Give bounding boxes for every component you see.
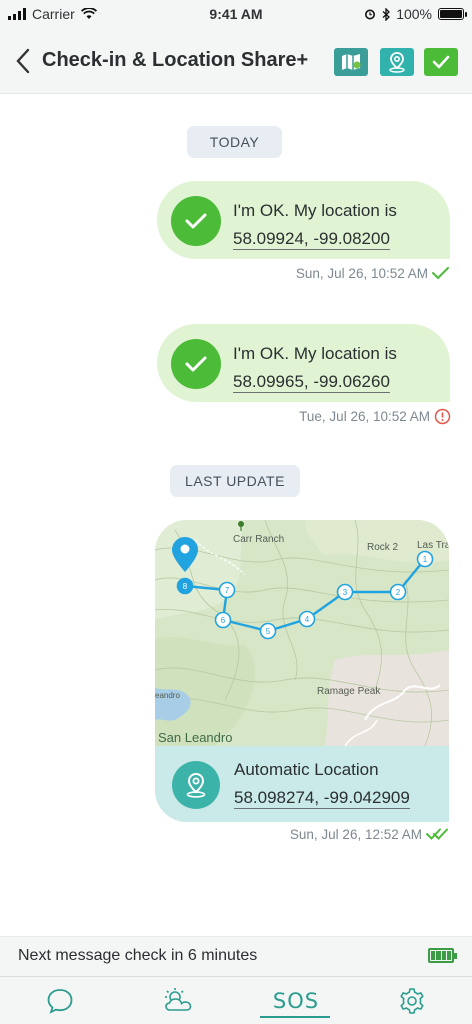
message-timestamp: Sun, Jul 26, 10:52 AM bbox=[295, 266, 428, 281]
track-point-label: 1 bbox=[423, 555, 428, 564]
track-point-label: 2 bbox=[396, 588, 401, 597]
map-label: San Leandro bbox=[158, 730, 232, 745]
navigation-bar: Check-in & Location Share+ bbox=[0, 28, 472, 94]
next-check-text: Next message check in 6 minutes bbox=[18, 947, 258, 964]
map-location-card[interactable]: 1 2 3 4 5 6 7 8 Carr Ranch Rock 2 Las Tr… bbox=[155, 520, 449, 822]
battery-icon bbox=[438, 8, 467, 20]
location-coordinates[interactable]: 58.098274, -99.042909 bbox=[234, 788, 410, 809]
message-bubble[interactable]: I'm OK. My location is 58.09965, -99.062… bbox=[157, 324, 450, 402]
map-view[interactable]: 1 2 3 4 5 6 7 8 Carr Ranch Rock 2 Las Tr… bbox=[155, 520, 449, 746]
map-label: Las Tra bbox=[417, 540, 449, 551]
bluetooth-icon bbox=[382, 7, 391, 21]
error-info-icon[interactable] bbox=[434, 408, 451, 425]
message-body: I'm OK. My location is bbox=[233, 201, 397, 220]
track-point-label: 6 bbox=[221, 616, 226, 625]
tab-bar: SOS bbox=[0, 976, 472, 1024]
map-icon bbox=[342, 54, 361, 70]
date-separator-today: TODAY bbox=[187, 126, 282, 158]
alarm-icon bbox=[365, 9, 376, 20]
tab-settings[interactable] bbox=[382, 983, 442, 1019]
battery-percent: 100% bbox=[396, 6, 432, 22]
check-icon bbox=[432, 267, 449, 280]
check-in-button[interactable] bbox=[424, 48, 458, 76]
page-title: Check-in & Location Share+ bbox=[42, 49, 309, 71]
location-button[interactable] bbox=[380, 48, 414, 76]
chevron-left-icon[interactable] bbox=[12, 46, 36, 76]
location-footer: Automatic Location 58.098274, -99.042909 bbox=[155, 746, 449, 822]
map-label: Carr Ranch bbox=[233, 534, 284, 545]
status-bar: Carrier 9:41 AM 100% bbox=[0, 0, 472, 28]
location-icon bbox=[389, 52, 405, 73]
track-point-label: 3 bbox=[343, 588, 348, 597]
message-timestamp: Sun, Jul 26, 12:52 AM bbox=[289, 827, 422, 842]
battery-level bbox=[440, 10, 462, 18]
location-text: Automatic Location 58.098274, -99.042909 bbox=[234, 756, 410, 812]
weather-icon bbox=[165, 988, 192, 1011]
tab-messages[interactable] bbox=[30, 983, 90, 1019]
ok-check-icon bbox=[171, 196, 221, 246]
tab-weather[interactable] bbox=[148, 983, 208, 1019]
battery-icon bbox=[428, 948, 457, 963]
location-title: Automatic Location bbox=[234, 760, 379, 779]
active-tab-indicator bbox=[260, 1016, 330, 1018]
track-point-label: 5 bbox=[266, 627, 271, 636]
tab-sos-label: SOS bbox=[272, 989, 320, 1013]
message-bubble[interactable]: I'm OK. My location is 58.09924, -99.082… bbox=[157, 181, 450, 259]
track-point-label: 4 bbox=[305, 615, 310, 624]
map-button[interactable] bbox=[334, 48, 368, 76]
tab-sos[interactable]: SOS bbox=[266, 983, 326, 1019]
status-right: 100% bbox=[364, 6, 467, 22]
map-label: Rock 2 bbox=[367, 542, 399, 553]
settings-icon bbox=[400, 988, 424, 1014]
message-coordinates[interactable]: 58.09924, -99.08200 bbox=[233, 229, 390, 250]
message-body: I'm OK. My location is bbox=[233, 344, 397, 363]
message-timestamp: Tue, Jul 26, 10:52 AM bbox=[299, 409, 430, 424]
track-point-label: 8 bbox=[183, 582, 188, 591]
check-icon bbox=[432, 55, 450, 69]
map-label: eandro bbox=[155, 691, 180, 700]
track-point-label: 7 bbox=[225, 586, 230, 595]
message-text: I'm OK. My location is 58.09924, -99.082… bbox=[233, 197, 397, 253]
message-coordinates[interactable]: 58.09965, -99.06260 bbox=[233, 372, 390, 393]
next-check-bar: Next message check in 6 minutes bbox=[0, 936, 472, 976]
map-label: Ramage Peak bbox=[317, 686, 381, 697]
chat-icon bbox=[47, 989, 73, 1014]
date-separator-last-update: LAST UPDATE bbox=[170, 465, 300, 497]
message-text: I'm OK. My location is 58.09965, -99.062… bbox=[233, 340, 397, 396]
ok-check-icon bbox=[171, 339, 221, 389]
location-icon bbox=[172, 761, 220, 809]
double-check-icon bbox=[426, 828, 448, 840]
